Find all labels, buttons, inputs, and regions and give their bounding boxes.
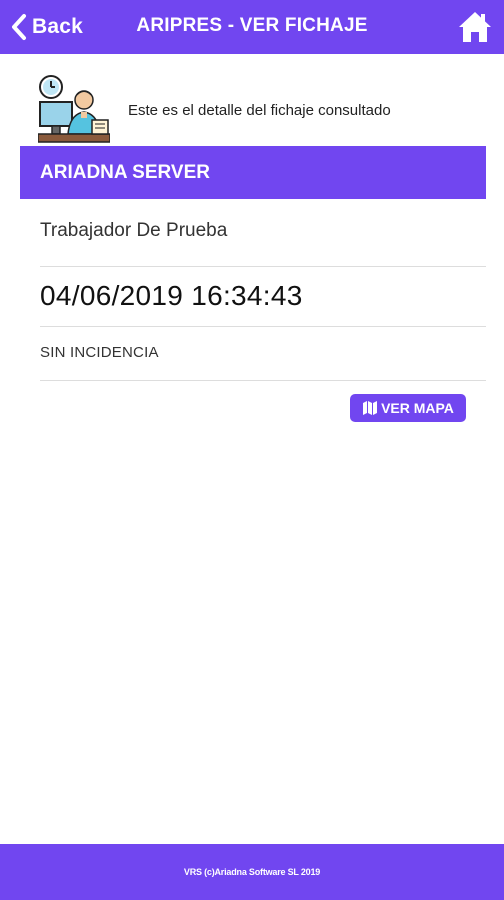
divider [40,380,486,381]
page-title: ARIPRES - VER FICHAJE [136,15,368,36]
punch-datetime: 04/06/2019 16:34:43 [40,280,303,311]
worker-at-desk-icon [38,75,110,143]
worker-name: Trabajador De Prueba [40,220,228,241]
intro-section: Este es el detalle del fichaje consultad… [38,72,478,146]
top-bar: Back ARIPRES - VER FICHAJE [0,0,504,54]
map-icon [363,401,378,415]
home-icon [459,12,491,42]
divider [40,326,486,327]
intro-text: Este es el detalle del fichaje consultad… [128,102,391,119]
company-name: ARIADNA SERVER [40,161,210,183]
divider [40,266,486,267]
back-button[interactable]: Back [10,12,83,42]
back-label: Back [32,15,84,38]
incident-status: SIN INCIDENCIA [40,344,159,361]
chevron-left-icon [12,14,26,40]
view-map-button[interactable]: VER MAPA [350,394,466,422]
footer: VRS (c)Ariadna Software SL 2019 [0,844,504,900]
home-button[interactable] [458,10,492,44]
company-banner: ARIADNA SERVER [20,146,486,199]
footer-text: VRS (c)Ariadna Software SL 2019 [183,867,321,877]
view-map-label: VER MAPA [381,400,454,416]
